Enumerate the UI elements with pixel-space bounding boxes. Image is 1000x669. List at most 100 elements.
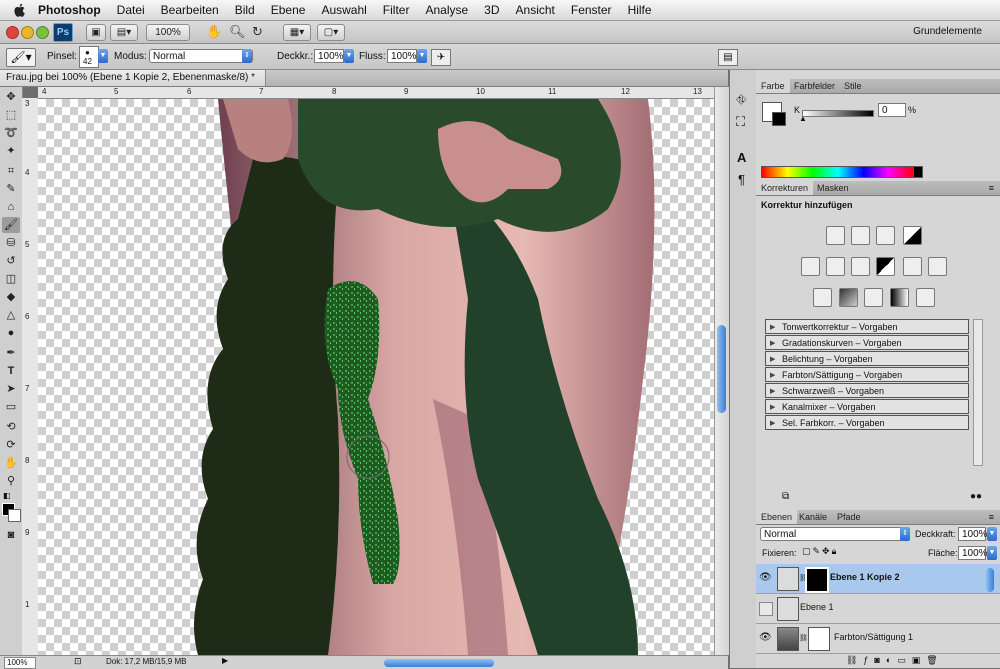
tool-preset-picker[interactable]: 🖌︎▾ (6, 48, 36, 67)
gradient-map-icon[interactable] (890, 288, 909, 307)
menu-ansicht[interactable]: Ansicht (516, 3, 555, 17)
threshold-icon[interactable] (864, 288, 883, 307)
brush-tool-icon[interactable]: 🖌︎ (2, 217, 20, 233)
hand-icon[interactable]: ✋ (206, 24, 222, 40)
zoom-tool-icon[interactable]: ⚲ (2, 473, 20, 489)
minimize-window-icon[interactable] (21, 26, 34, 39)
vertical-scrollbar[interactable] (714, 87, 729, 655)
black-white-icon[interactable] (876, 257, 895, 276)
menu-filter[interactable]: Filter (383, 3, 410, 17)
channel-mixer-icon[interactable] (928, 257, 947, 276)
k-slider-handle-icon[interactable]: ▲ (799, 114, 807, 123)
paint-bucket-icon[interactable]: ◆ (2, 289, 20, 305)
horizontal-scroll-thumb[interactable] (384, 659, 494, 667)
tab-pfade[interactable]: Pfade (832, 510, 866, 524)
fill-dropdown[interactable]: ▼ (987, 546, 997, 560)
document-canvas[interactable] (38, 99, 714, 655)
zoom-icon[interactable]: 🔍︎ (229, 24, 246, 40)
preset-gradationskurven[interactable]: ▶ Gradationskurven – Vorgaben (765, 335, 969, 350)
lock-icons[interactable]: ▢✎✥🔒︎ (802, 546, 838, 557)
quick-mask-icon[interactable]: ◙ (2, 527, 20, 543)
path-selection-icon[interactable]: ➤ (2, 381, 20, 397)
type-tool-icon[interactable]: T (2, 363, 20, 379)
brightness-icon[interactable] (826, 226, 845, 245)
rectangle-tool-icon[interactable]: ▭ (2, 399, 20, 415)
layers-footer-icons[interactable]: ⛓︎ƒ◙◐▭▣🗑︎ (846, 655, 944, 666)
menu-ebene[interactable]: Ebene (271, 3, 306, 17)
tab-farbe[interactable]: Farbe (756, 79, 790, 93)
color-background-swatch[interactable] (772, 112, 786, 126)
status-menu-arrow-icon[interactable]: ▶ (222, 656, 228, 665)
flow-input[interactable]: 100% (387, 49, 417, 63)
preset-tonwertkorrektur[interactable]: ▶ Tonwertkorrektur – Vorgaben (765, 319, 969, 334)
panel-menu-icon[interactable]: ≡ (989, 181, 994, 195)
brush-picker[interactable]: ● 42 (79, 46, 99, 68)
presets-scrollbar[interactable] (973, 319, 983, 466)
levels-icon[interactable] (851, 226, 870, 245)
view-extras-button[interactable]: ▤▾ (110, 24, 138, 41)
blend-mode-select[interactable]: Normal (760, 527, 910, 541)
visibility-toggle[interactable] (759, 602, 773, 616)
menu-hilfe[interactable]: Hilfe (628, 3, 652, 17)
vertical-scroll-thumb[interactable] (717, 325, 726, 413)
curves-icon[interactable] (876, 226, 895, 245)
layer-mask-thumbnail[interactable] (805, 567, 829, 593)
magic-wand-icon[interactable]: ✦ (2, 143, 20, 159)
layers-scroll-thumb[interactable] (986, 568, 994, 592)
posterize-icon[interactable] (839, 288, 858, 307)
zoom-window-icon[interactable] (36, 26, 49, 39)
history-brush-icon[interactable]: ↺ (2, 253, 20, 269)
preset-farbton-saettigung[interactable]: ▶ Farbton/Sättigung – Vorgaben (765, 367, 969, 382)
paragraph-panel-icon[interactable]: ¶ (738, 172, 745, 187)
fill-input[interactable]: 100% (958, 546, 988, 560)
color-ramp-black[interactable] (913, 166, 923, 178)
default-colors-icon[interactable]: ◧ (3, 491, 11, 500)
invert-icon[interactable] (813, 288, 832, 307)
tab-masken[interactable]: Masken (812, 181, 854, 195)
blur-tool-icon[interactable]: △ (2, 307, 20, 323)
character-panel-icon[interactable]: A (737, 150, 746, 165)
layer-mask-thumbnail[interactable] (808, 627, 830, 651)
hue-saturation-icon[interactable] (826, 257, 845, 276)
preset-schwarzweiss[interactable]: ▶ Schwarzweiß – Vorgaben (765, 383, 969, 398)
zoom-level-select[interactable]: 100% (146, 24, 190, 41)
workspace-switcher[interactable]: Grundelemente (913, 26, 982, 37)
hand-tool-icon[interactable]: ✋ (2, 455, 20, 471)
menu-bild[interactable]: Bild (235, 3, 255, 17)
exposure-icon[interactable] (903, 226, 922, 245)
rotate-view-icon[interactable]: ↻ (252, 24, 263, 40)
apple-icon[interactable] (12, 2, 28, 18)
layer-row[interactable]: 👁︎ ⛓︎ Farbton/Sättigung 1 (756, 624, 1000, 654)
k-slider[interactable] (802, 110, 874, 117)
menu-app[interactable]: Photoshop (38, 3, 101, 17)
opacity-input[interactable]: 100% (314, 49, 344, 63)
clone-stamp-icon[interactable]: ⛁ (2, 235, 20, 251)
opacity-dropdown[interactable]: ▼ (344, 49, 354, 63)
bridge-icon[interactable]: ▣ (86, 24, 106, 41)
color-ramp[interactable] (761, 166, 915, 178)
menu-3d[interactable]: 3D (484, 3, 499, 17)
mode-dropdown-icon[interactable]: ⇕ (242, 49, 252, 63)
layer-row[interactable]: Ebene 1 (756, 594, 1000, 624)
eyedropper-icon[interactable]: ✎ (2, 181, 20, 197)
k-value-input[interactable]: 0 (878, 103, 906, 117)
arrange-documents-button[interactable]: ▦▾ (283, 24, 311, 41)
menu-bearbeiten[interactable]: Bearbeiten (161, 3, 219, 17)
tab-korrekturen[interactable]: Korrekturen (756, 181, 814, 195)
close-window-icon[interactable] (6, 26, 19, 39)
pen-tool-icon[interactable]: ✒︎ (2, 345, 20, 361)
layer-opacity-input[interactable]: 100% (958, 527, 988, 541)
menu-auswahl[interactable]: Auswahl (321, 3, 366, 17)
chain-link-icon[interactable]: ⛓︎ (799, 634, 808, 642)
move-tool-icon[interactable]: ✥ (2, 89, 20, 105)
tab-stile[interactable]: Stile (839, 79, 867, 93)
visibility-eye-icon[interactable]: 👁︎ (759, 572, 772, 584)
background-color[interactable] (8, 509, 21, 522)
photo-filter-icon[interactable] (903, 257, 922, 276)
color-balance-icon[interactable] (851, 257, 870, 276)
preset-belichtung[interactable]: ▶ Belichtung – Vorgaben (765, 351, 969, 366)
layer-row[interactable]: 👁︎ ⛓︎ Ebene 1 Kopie 2 (756, 564, 1000, 594)
clip-layer-icon[interactable]: ●● (970, 491, 982, 502)
crop-tool-icon[interactable]: ⌗ (2, 163, 20, 179)
vibrance-icon[interactable] (801, 257, 820, 276)
